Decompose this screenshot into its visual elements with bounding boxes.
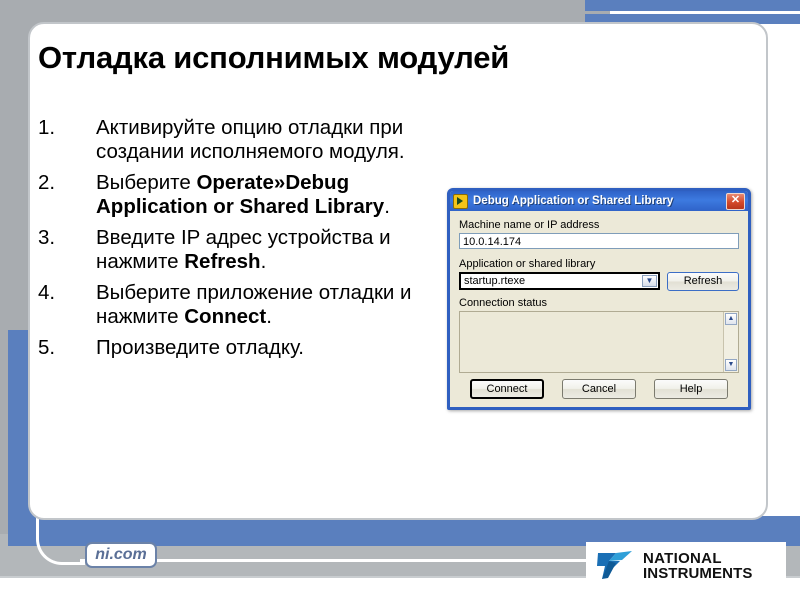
close-icon[interactable]: ✕	[726, 192, 745, 210]
ni-wordmark-line1: NATIONAL	[643, 550, 722, 567]
decorative-curve	[36, 516, 85, 565]
list-item-text: Выберите Operate»Debug Application or Sh…	[96, 171, 390, 218]
help-button[interactable]: Help	[654, 379, 728, 399]
nicom-badge[interactable]: ni.com	[85, 542, 157, 568]
dialog-body: Machine name or IP address 10.0.14.174 A…	[450, 211, 748, 373]
list-item-text: Введите IP адрес устройства и нажмите Re…	[96, 226, 391, 273]
page-title: Отладка исполнимых модулей	[38, 40, 510, 75]
list-item-text: Выберите приложение отладки и нажмите Co…	[96, 281, 412, 328]
dialog-button-row: Connect Cancel Help	[450, 379, 748, 399]
cancel-button[interactable]: Cancel	[562, 379, 636, 399]
list-item: 5. Произведите отладку.	[36, 336, 426, 360]
dialog-titlebar[interactable]: Debug Application or Shared Library ✕	[450, 191, 748, 211]
list-item-run: .	[260, 250, 267, 273]
list-item-run: Выберите	[96, 171, 197, 194]
list-item-run: .	[266, 305, 272, 328]
list-item-number: 2.	[38, 171, 56, 194]
connection-status-label: Connection status	[459, 297, 548, 309]
connection-status-box[interactable]: ▲ ▼	[459, 311, 739, 373]
national-instruments-logo: NATIONAL INSTRUMENTS	[586, 542, 786, 590]
list-item-text: Произведите отладку.	[96, 336, 304, 359]
list-item: 3. Введите IP адрес устройства и нажмите …	[36, 226, 426, 274]
refresh-button[interactable]: Refresh	[667, 272, 739, 291]
ni-wordmark: NATIONAL INSTRUMENTS	[643, 551, 752, 581]
list-item-run: Произведите отладку.	[96, 336, 304, 359]
list-item: 4. Выберите приложение отладки и нажмите …	[36, 281, 426, 329]
dialog-title: Debug Application or Shared Library	[473, 195, 674, 207]
list-item: 2. Выберите Operate»Debug Application or …	[36, 171, 426, 219]
ni-eagle-icon	[597, 551, 632, 579]
chevron-down-icon[interactable]: ▼	[642, 275, 657, 287]
labview-vi-icon	[453, 193, 468, 209]
application-combo[interactable]: startup.rtexe ▼	[459, 272, 660, 290]
slide: Отладка исполнимых модулей 1. Активируйте…	[0, 0, 800, 600]
connect-button[interactable]: Connect	[470, 379, 544, 399]
list-item-number: 1.	[38, 116, 56, 139]
list-item-number: 4.	[38, 281, 56, 304]
machine-name-label: Machine name or IP address	[459, 219, 600, 231]
list-item-number: 5.	[38, 336, 56, 359]
list-item-emphasis: Connect	[184, 305, 267, 328]
machine-name-input[interactable]: 10.0.14.174	[459, 233, 739, 249]
status-scrollbar[interactable]: ▲ ▼	[723, 312, 738, 372]
list-item-emphasis: Refresh	[184, 250, 261, 273]
scroll-down-icon[interactable]: ▼	[725, 359, 737, 371]
decorative-top-bar-1	[585, 0, 800, 11]
application-label: Application or shared library	[459, 258, 596, 270]
list-item-number: 3.	[38, 226, 56, 249]
application-combo-value: startup.rtexe	[464, 275, 526, 287]
list-item-text: Активируйте опцию отладки при создании и…	[96, 116, 405, 163]
debug-application-dialog: Debug Application or Shared Library ✕ Ma…	[447, 188, 751, 410]
steps-list: 1. Активируйте опцию отладки при создании…	[36, 116, 426, 367]
list-item-run: .	[384, 195, 390, 218]
scroll-up-icon[interactable]: ▲	[725, 313, 737, 325]
list-item-run: Активируйте опцию отладки при создании и…	[96, 116, 405, 163]
application-row: startup.rtexe ▼ Refresh	[459, 272, 739, 291]
ni-wordmark-line2: INSTRUMENTS	[643, 565, 753, 582]
list-item: 1. Активируйте опцию отладки при создании…	[36, 116, 426, 164]
